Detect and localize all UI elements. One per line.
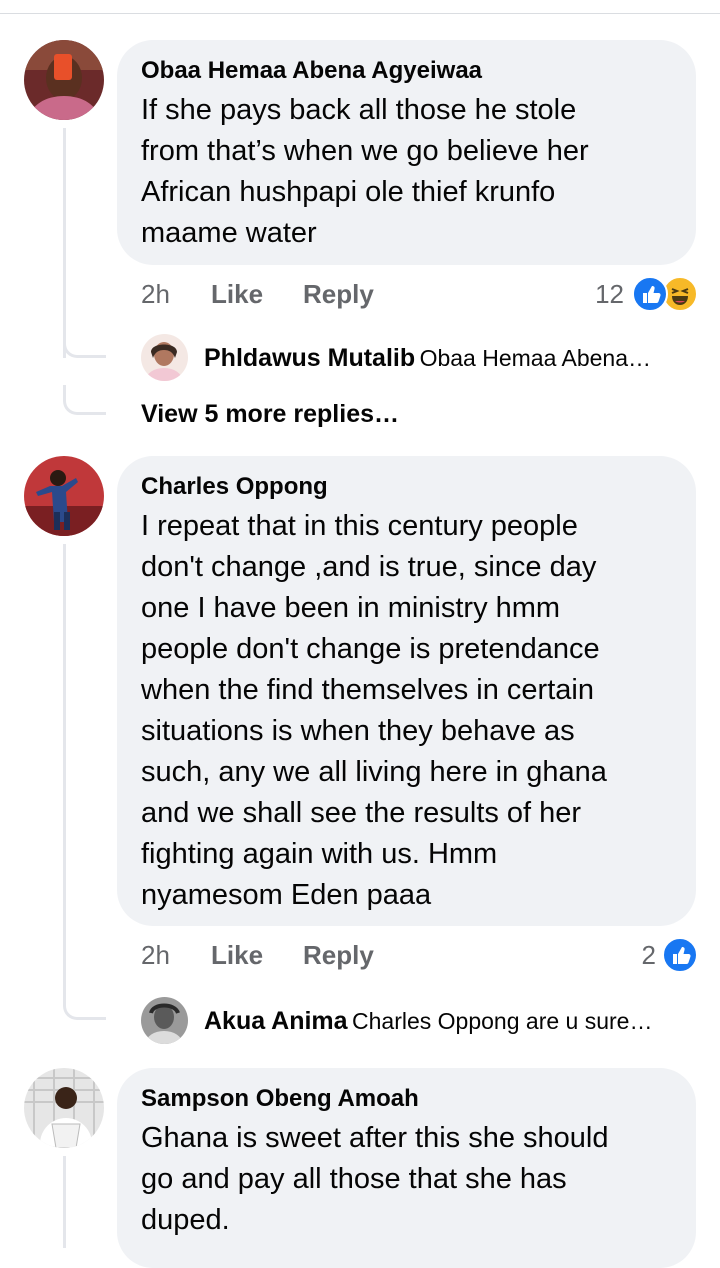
like-icon bbox=[632, 276, 668, 312]
comment-text: If she pays back all those he stole from… bbox=[141, 94, 589, 249]
like-button[interactable]: Like bbox=[211, 940, 263, 971]
reply-snippet: Obaa Hemaa Abena… bbox=[419, 345, 652, 371]
reply-author[interactable]: Akua Anima bbox=[204, 1007, 348, 1035]
reaction-count[interactable]: 12 bbox=[580, 279, 624, 310]
comment-bubble[interactable]: Sampson Obeng Amoah Ghana is sweet after… bbox=[117, 1068, 696, 1268]
comment-author[interactable]: Charles Oppong bbox=[141, 473, 328, 501]
thread-line bbox=[63, 128, 66, 358]
comment-text: I repeat that in this century people don… bbox=[141, 510, 607, 911]
comment-author[interactable]: Sampson Obeng Amoah bbox=[141, 1085, 419, 1113]
reply-avatar[interactable] bbox=[141, 997, 188, 1044]
top-divider bbox=[0, 13, 720, 14]
avatar[interactable] bbox=[24, 40, 104, 120]
comment-time: 2h bbox=[141, 940, 170, 970]
comment-text: Ghana is sweet after this she should go … bbox=[141, 1122, 609, 1236]
reply-preview[interactable]: Akua Anima Charles Oppong are u sure… bbox=[204, 1007, 652, 1036]
comment-bubble[interactable]: Charles Oppong I repeat that in this cen… bbox=[117, 456, 696, 926]
like-button[interactable]: Like bbox=[211, 279, 263, 310]
comment-bubble[interactable]: Obaa Hemaa Abena Agyeiwaa If she pays ba… bbox=[117, 40, 696, 265]
reply-button[interactable]: Reply bbox=[303, 279, 374, 310]
avatar[interactable] bbox=[24, 456, 104, 536]
reply-snippet: Charles Oppong are u sure… bbox=[352, 1008, 653, 1034]
reply-author[interactable]: Phldawus Mutalib bbox=[204, 344, 415, 372]
comment-author[interactable]: Obaa Hemaa Abena Agyeiwaa bbox=[141, 57, 482, 85]
like-icon bbox=[662, 937, 698, 973]
thread-connector bbox=[63, 385, 106, 415]
thread-line bbox=[63, 544, 66, 994]
reply-button[interactable]: Reply bbox=[303, 940, 374, 971]
thread-connector bbox=[63, 328, 106, 358]
thread-connector bbox=[63, 990, 106, 1020]
avatar[interactable] bbox=[24, 1068, 104, 1148]
thread-line bbox=[63, 1156, 66, 1248]
reply-preview[interactable]: Phldawus Mutalib Obaa Hemaa Abena… bbox=[204, 344, 651, 373]
reaction-count[interactable]: 2 bbox=[612, 940, 656, 971]
comment-time: 2h bbox=[141, 279, 170, 309]
reply-avatar[interactable] bbox=[141, 334, 188, 381]
view-more-replies[interactable]: View 5 more replies… bbox=[141, 400, 399, 429]
